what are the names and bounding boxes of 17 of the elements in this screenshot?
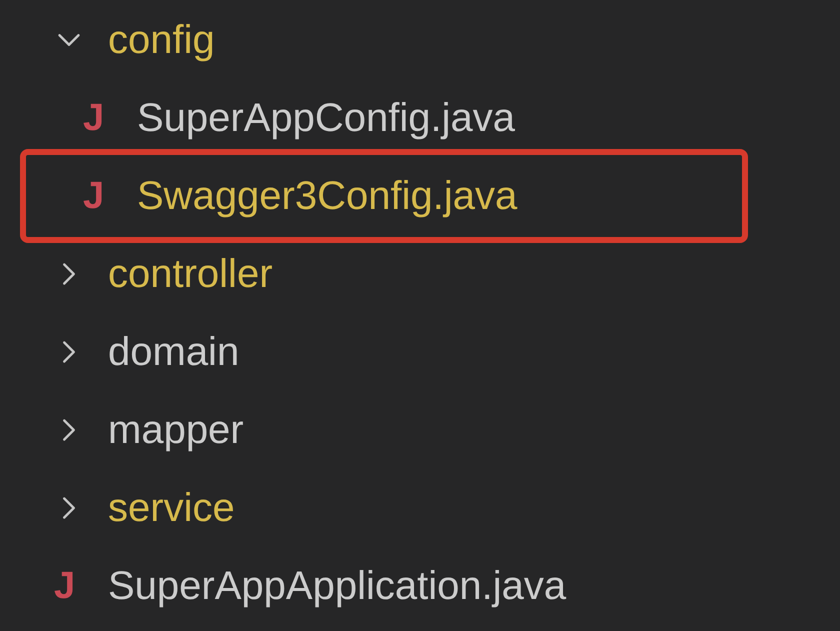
folder-name: mapper	[108, 410, 244, 450]
folder-row[interactable]: mapper	[20, 391, 748, 469]
folder-name: controller	[108, 254, 273, 294]
folder-name: domain	[108, 332, 240, 372]
file-name: Swagger3Config.java	[137, 176, 518, 216]
file-name: SuperAppApplication.java	[108, 566, 566, 606]
folder-row[interactable]: config	[20, 1, 748, 79]
folder-row[interactable]: service	[20, 469, 748, 547]
file-row[interactable]: J SuperAppApplication.java	[20, 547, 748, 625]
java-file-icon: J	[54, 567, 76, 605]
file-name: SuperAppConfig.java	[137, 98, 516, 138]
java-file-icon: J	[83, 99, 104, 137]
folder-row[interactable]: domain	[20, 313, 748, 391]
folder-name: config	[108, 20, 215, 60]
folder-name: service	[108, 488, 235, 528]
java-file-icon: J	[83, 177, 104, 215]
file-row[interactable]: J Swagger3Config.java	[20, 149, 748, 243]
